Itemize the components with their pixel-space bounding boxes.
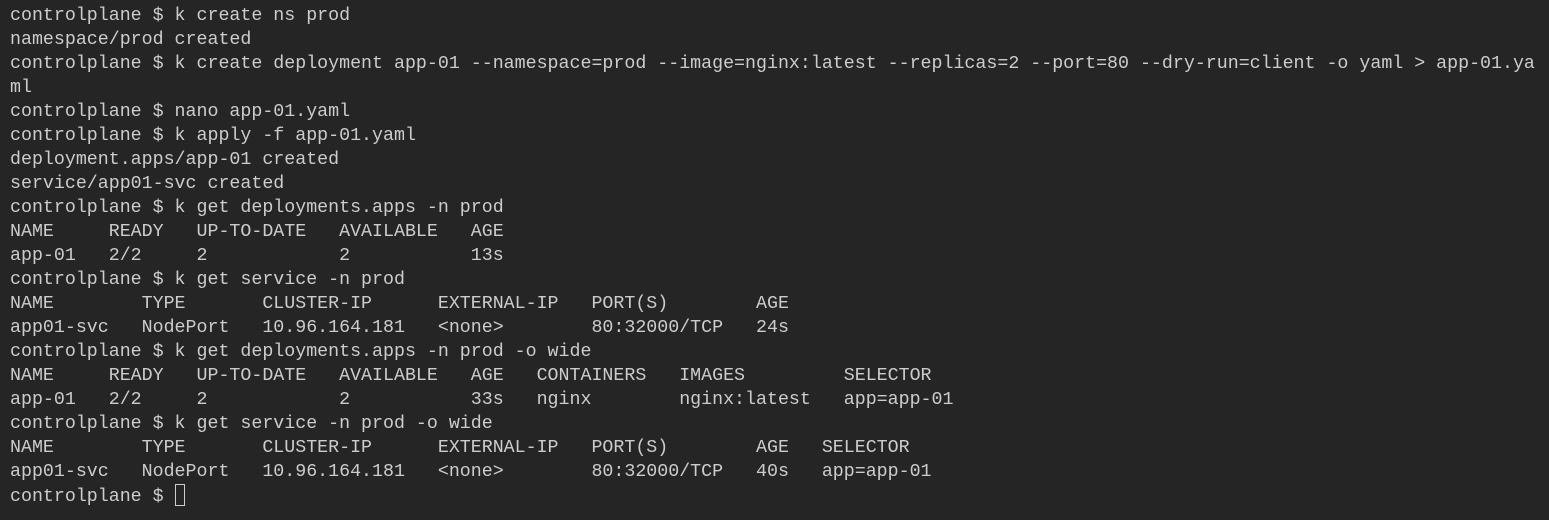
terminal-line: deployment.apps/app-01 created [10,150,340,170]
terminal-output: controlplane $ k create ns prod namespace… [10,4,1539,484]
terminal-line: NAME READY UP-TO-DATE AVAILABLE AGE CONT… [10,366,932,386]
terminal-line: controlplane $ k get deployments.apps -n… [10,198,504,218]
terminal-line: NAME READY UP-TO-DATE AVAILABLE AGE [10,222,504,242]
terminal-line: app-01 2/2 2 2 33s nginx nginx:latest ap… [10,390,954,410]
prompt-text: controlplane $ [10,487,175,507]
terminal-line: controlplane $ k get service -n prod [10,270,405,290]
terminal-line: controlplane $ k create deployment app-0… [10,54,1535,74]
terminal-line: controlplane $ k apply -f app-01.yaml [10,126,416,146]
terminal-line: controlplane $ k create ns prod [10,6,351,26]
cursor-icon[interactable] [174,484,185,506]
terminal-line: service/app01-svc created [10,174,285,194]
terminal-line: app01-svc NodePort 10.96.164.181 <none> … [10,318,789,338]
terminal-line: ml [10,78,32,98]
terminal-line: controlplane $ nano app-01.yaml [10,102,351,122]
terminal-window[interactable]: controlplane $ k create ns prod namespace… [0,0,1549,520]
terminal-line: controlplane $ k get service -n prod -o … [10,414,493,434]
terminal-line: namespace/prod created [10,30,252,50]
terminal-prompt-line[interactable]: controlplane $ [10,484,1539,508]
terminal-line: app01-svc NodePort 10.96.164.181 <none> … [10,462,932,482]
terminal-line: NAME TYPE CLUSTER-IP EXTERNAL-IP PORT(S)… [10,294,789,314]
terminal-line: controlplane $ k get deployments.apps -n… [10,342,592,362]
terminal-line: NAME TYPE CLUSTER-IP EXTERNAL-IP PORT(S)… [10,438,910,458]
terminal-line: app-01 2/2 2 2 13s [10,246,504,266]
